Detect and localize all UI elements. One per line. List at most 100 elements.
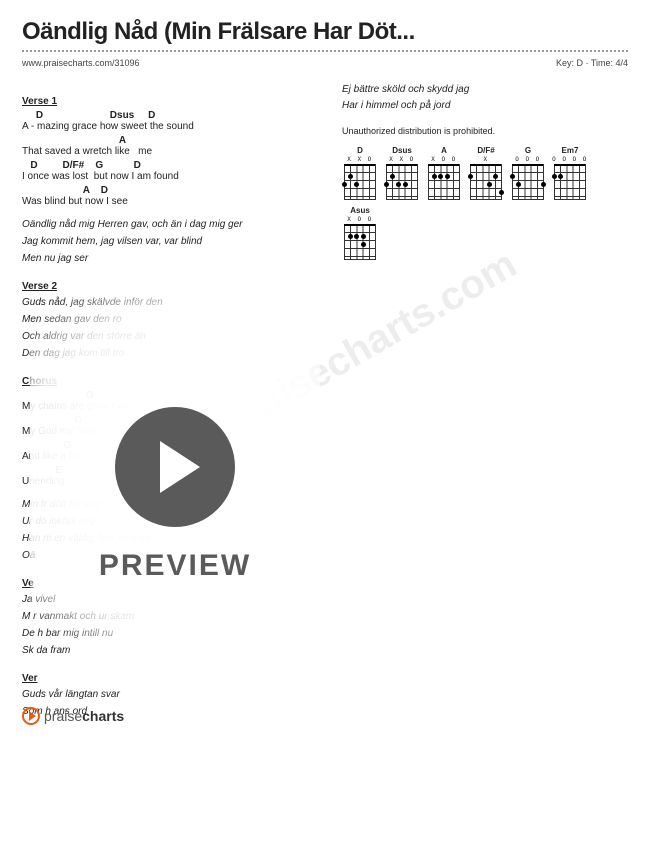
lyric-line: My God my Savi d me <box>22 426 312 437</box>
verse2-block: Guds nåd, jag skälvde inför den Men seda… <box>22 295 312 362</box>
finger-dot <box>516 182 521 187</box>
finger-dot <box>558 174 563 179</box>
distribution-notice: Unauthorized distribution is prohibited. <box>342 126 628 136</box>
chord-line: G <box>22 390 312 401</box>
chord-diagram-g: G O O O <box>510 146 546 200</box>
finger-dot <box>361 234 366 239</box>
chord-name: D/F# <box>468 146 504 155</box>
chord-line: D Dsus D <box>22 110 312 121</box>
verse1-translation: Oändlig nåd mig Herren gav, och än i dag… <box>22 217 312 267</box>
finger-dot <box>541 182 546 187</box>
verse1-label: Verse 1 <box>22 96 312 107</box>
chord-line: G # <box>22 415 312 426</box>
lyric-line: Sk da fram <box>22 643 312 659</box>
finger-dot <box>361 242 366 247</box>
finger-dot <box>354 234 359 239</box>
fretboard <box>344 164 376 200</box>
chorus-label: Chorus <box>22 376 312 387</box>
lyric-line: Guds nåd, jag skälvde inför den <box>22 295 312 311</box>
right-column: Ej bättre sköld och skydd jag Har i himm… <box>342 82 628 721</box>
finger-dot <box>499 190 504 195</box>
finger-dot <box>552 174 557 179</box>
translation-line: Han m en väldig flod, evig kä <box>22 531 312 547</box>
lyric-line: Men sedan gav den ro <box>22 312 312 328</box>
fret-markers: X X O <box>342 157 378 163</box>
finger-dot <box>403 182 408 187</box>
chorus-translation: Min fr dött för mig Ur dö inköpt mig Han… <box>22 497 312 564</box>
finger-dot <box>493 174 498 179</box>
footer-logo: praisecharts <box>22 707 124 725</box>
chord-diagram-a: A X O O <box>426 146 462 200</box>
chord-diagram-dfsharp: D/F# X <box>468 146 504 200</box>
lyric-line: Och aldrig var den större än <box>22 329 312 345</box>
fretboard <box>386 164 418 200</box>
lyric-line: I once was lost but now I am found <box>22 171 312 182</box>
translation-line: Men nu jag ser <box>22 251 312 267</box>
translation-line: Jag kommit hem, jag vilsen var, var blin… <box>22 234 312 250</box>
lyric-line: My chains are gone I've <box>22 401 312 412</box>
finger-dot <box>487 182 492 187</box>
lyric-line: Har i himmel och på jord <box>342 98 628 114</box>
fret-markers: X O O <box>342 217 378 223</box>
lyric-line: Ej bättre sköld och skydd jag <box>342 82 628 98</box>
chord-name: G <box>510 146 546 155</box>
chord-line: D D/F# G D <box>22 160 312 171</box>
chord-diagram-dsus: DsusX X O <box>384 146 420 200</box>
content-columns: Verse 1 D Dsus D A - mazing grace how sw… <box>22 82 628 721</box>
fret-markers: X X O <box>384 157 420 163</box>
finger-dot <box>510 174 515 179</box>
chord-name: Em7 <box>552 146 588 155</box>
chord-line: G F# <box>22 440 312 451</box>
fret-markers: X <box>468 157 504 163</box>
logo-text: praisecharts <box>44 708 124 724</box>
chorus-block: G My chains are gone I've G # My God my … <box>22 390 312 487</box>
lyric-line: And like a flo reigns <box>22 451 312 462</box>
fretboard <box>470 164 502 200</box>
logo-suffix: charts <box>82 708 124 724</box>
fretboard <box>428 164 460 200</box>
translation-line: Ur dö inköpt mig <box>22 514 312 530</box>
logo-play-icon <box>22 707 40 725</box>
chord-diagram-asus: Asus X O O <box>342 206 378 260</box>
left-column: Verse 1 D Dsus D A - mazing grace how sw… <box>22 82 312 721</box>
song-title: Oändlig Nåd (Min Frälsare Har Döt... <box>22 18 628 46</box>
divider <box>22 50 628 52</box>
fretboard <box>554 164 586 200</box>
right-lyrics: Ej bättre sköld och skydd jag Har i himm… <box>342 82 628 114</box>
fret-markers: O O O <box>510 157 546 163</box>
fret-markers: X O O <box>426 157 462 163</box>
finger-dot <box>438 174 443 179</box>
key-time: Key: D · Time: 4/4 <box>556 58 628 68</box>
verse3-label: Ve <box>22 578 312 589</box>
chord-name: A <box>426 146 462 155</box>
meta-row: www.praisecharts.com/31096 Key: D · Time… <box>22 58 628 68</box>
chord-line: E D <box>22 465 312 476</box>
finger-dot <box>390 174 395 179</box>
fretboard <box>512 164 544 200</box>
fret-markers: O O O O <box>552 157 588 163</box>
lyric-line: De h bar mig intill nu <box>22 626 312 642</box>
logo-triangle-icon <box>29 711 36 721</box>
fretboard <box>344 224 376 260</box>
finger-dot <box>468 174 473 179</box>
lyric-line: Guds vår längtan svar <box>22 687 312 703</box>
verse1-block: D Dsus D A - mazing grace how sweet the … <box>22 110 312 207</box>
lyric-line: Unending amazing grace <box>22 476 312 487</box>
chord-line: A <box>22 135 312 146</box>
lyric-line: Den dag jag kom till tro <box>22 346 312 362</box>
chord-diagrams: DX X ODsusX X OAX O OD/F# XG O O OEm7O O… <box>342 146 628 260</box>
chord-name: Asus <box>342 206 378 215</box>
finger-dot <box>342 182 347 187</box>
verse3-block: Ja vivel M r vanmakt och ur skam De h ba… <box>22 592 312 659</box>
chord-name: D <box>342 146 378 155</box>
lyric-line: Was blind but now I see <box>22 196 312 207</box>
source-url: www.praisecharts.com/31096 <box>22 58 140 68</box>
verse2-label: Verse 2 <box>22 281 312 292</box>
logo-prefix: praise <box>44 708 82 724</box>
chord-chart-page: Oändlig Nåd (Min Frälsare Har Döt... www… <box>0 0 650 739</box>
translation-line: Min fr dött för mig <box>22 497 312 513</box>
finger-dot <box>348 174 353 179</box>
lyric-line: Ja vivel <box>22 592 312 608</box>
verse4-label: Ver <box>22 673 312 684</box>
chord-diagram-em7: Em7 O O O O <box>552 146 588 200</box>
